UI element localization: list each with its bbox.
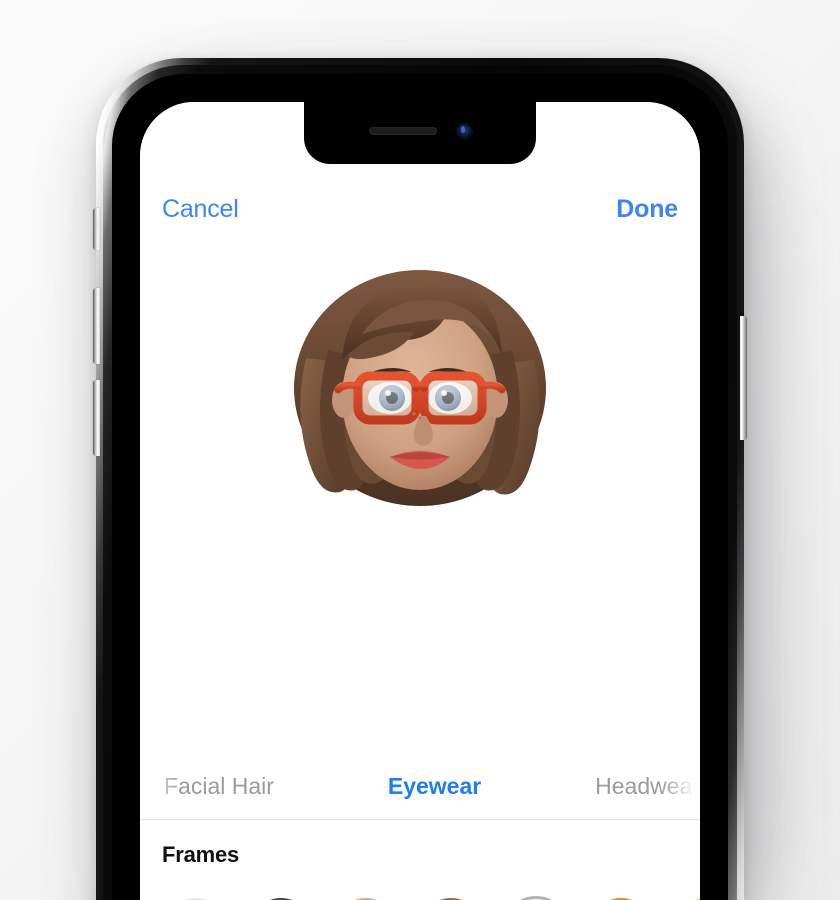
device-screen: Cancel Done Facial Hair Eyewear Headwear…: [140, 102, 700, 900]
frames-editor-panel: Frames: [140, 820, 700, 900]
tab-headwear[interactable]: Headwear: [589, 773, 700, 800]
color-swatch-list[interactable]: [140, 868, 700, 900]
cancel-button[interactable]: Cancel: [162, 195, 239, 224]
tab-eyewear[interactable]: Eyewear: [382, 773, 487, 800]
volume-up-button[interactable]: [93, 288, 100, 364]
category-tab-bar[interactable]: Facial Hair Eyewear Headwear: [140, 754, 700, 820]
done-button[interactable]: Done: [616, 195, 678, 224]
color-swatch-white[interactable]: [162, 896, 230, 900]
speaker-grille-icon: [368, 127, 437, 135]
color-swatch-orange[interactable]: [587, 896, 655, 900]
section-title-frames: Frames: [162, 842, 240, 867]
color-swatch-black[interactable]: [247, 896, 315, 900]
display-notch: [304, 102, 536, 164]
front-camera-icon: [456, 123, 472, 139]
screenshot-stage: Cancel Done Facial Hair Eyewear Headwear…: [0, 0, 840, 900]
side-power-button[interactable]: [740, 316, 747, 440]
color-swatch-yellow[interactable]: [672, 896, 700, 900]
color-swatch-brown[interactable]: [417, 896, 485, 900]
color-swatch-tan[interactable]: [332, 896, 400, 900]
color-swatch-red[interactable]: [502, 896, 570, 900]
memoji-avatar[interactable]: [270, 238, 570, 528]
avatar-preview[interactable]: [140, 234, 700, 754]
ring-silent-switch[interactable]: [93, 208, 100, 250]
tab-facial-hair[interactable]: Facial Hair: [158, 773, 280, 800]
iphone-device: Cancel Done Facial Hair Eyewear Headwear…: [93, 58, 747, 900]
memoji-editor-app: Cancel Done Facial Hair Eyewear Headwear…: [140, 102, 700, 900]
volume-down-button[interactable]: [93, 380, 100, 456]
